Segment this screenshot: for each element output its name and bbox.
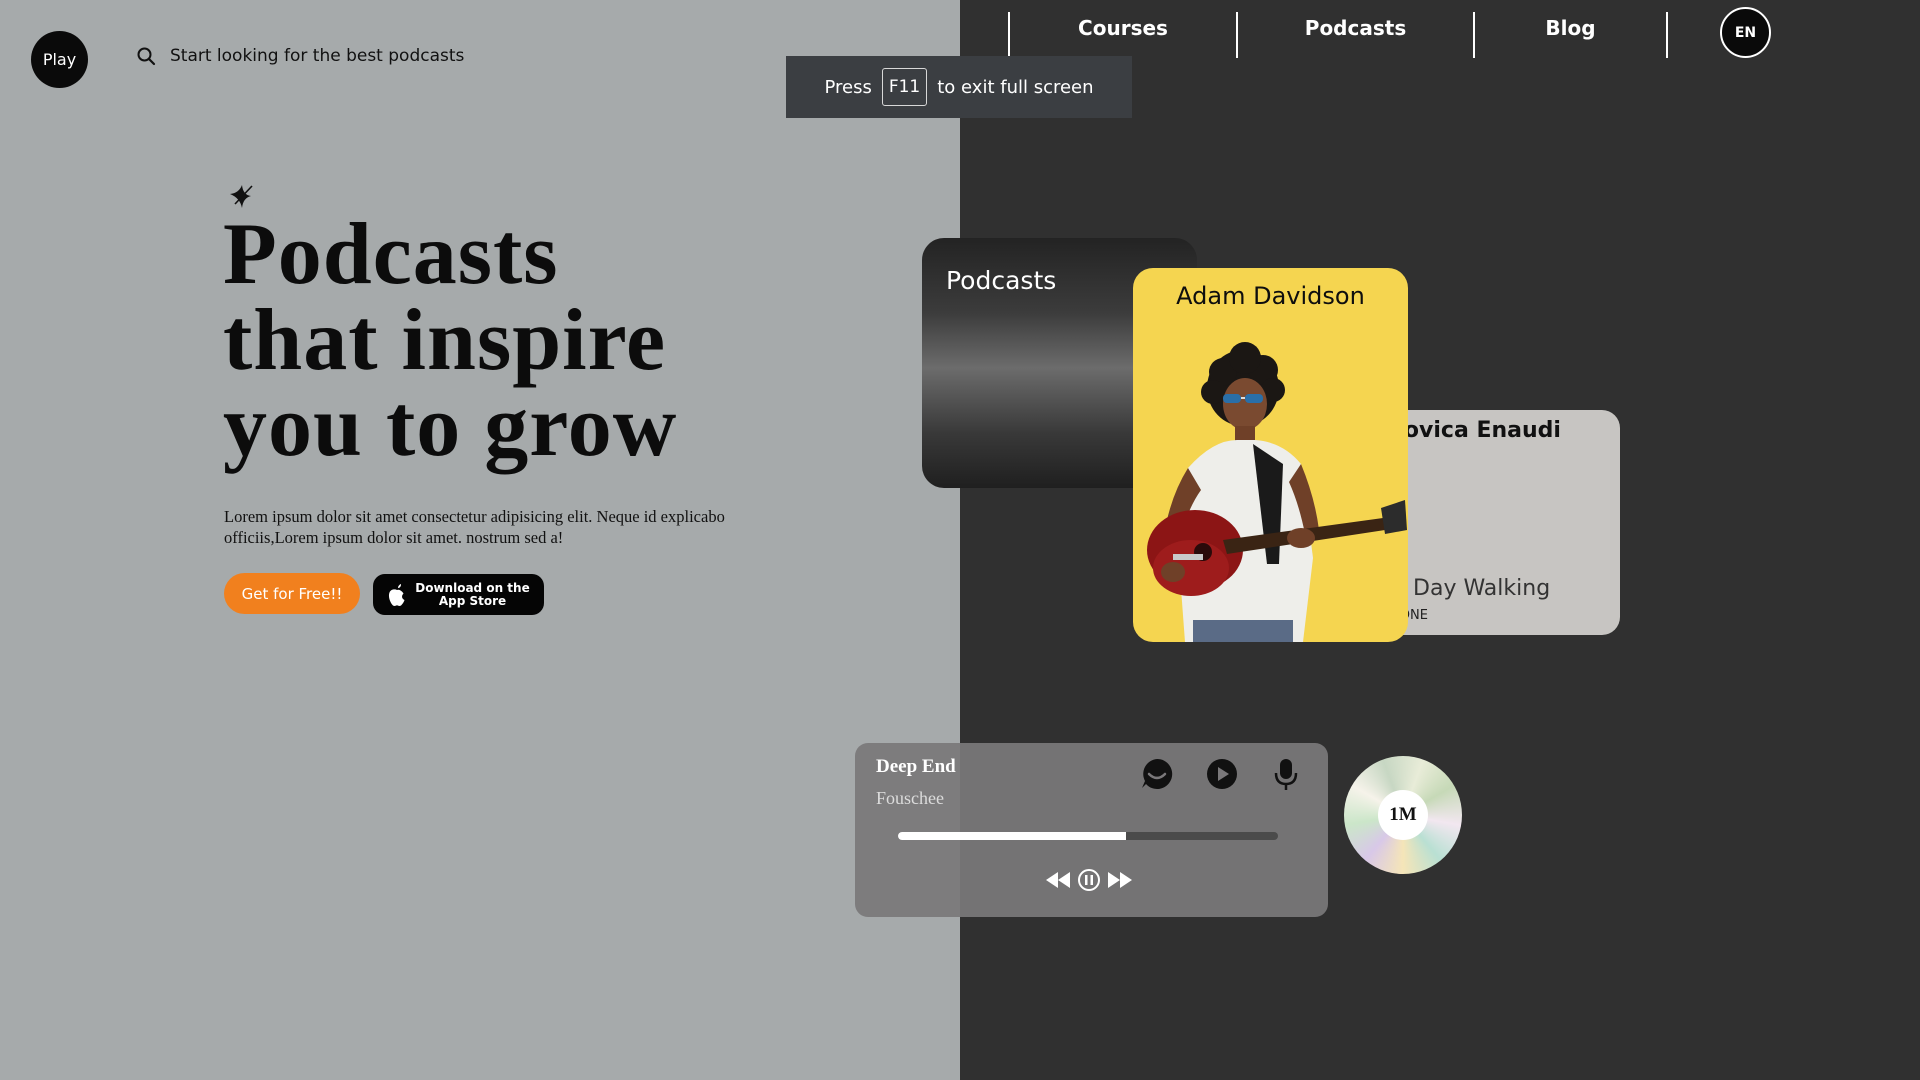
chat-icon[interactable] [1140, 757, 1174, 791]
hero-description: Lorem ipsum dolor sit amet consectetur a… [224, 507, 725, 547]
notice-suffix: to exit full screen [937, 76, 1094, 98]
track-artist: Fouschee [876, 788, 944, 808]
apple-icon [389, 583, 405, 606]
headline-line: that inspire [223, 292, 667, 389]
notice-prefix: Press [824, 76, 872, 98]
listeners-disc: 1M [1344, 756, 1462, 874]
logo-button[interactable]: Play [31, 31, 88, 88]
playback-controls [1045, 868, 1133, 892]
search-icon [137, 47, 156, 66]
app-store-label: Download on the App Store [415, 580, 530, 608]
fast-forward-icon[interactable] [1107, 870, 1133, 890]
play-circle-icon[interactable] [1205, 757, 1239, 791]
artist-card-adam[interactable]: Adam Davidson [1133, 268, 1408, 642]
progress-fill [898, 832, 1126, 840]
music-player: Deep End Fouschee [855, 743, 1328, 917]
main-nav: Courses Podcasts Blog [1008, 12, 1668, 58]
get-free-button[interactable]: Get for Free!! [224, 573, 360, 614]
podcasts-card-label: Podcasts [946, 266, 1057, 295]
app-store-line: App Store [438, 593, 507, 608]
nav-item-courses[interactable]: Courses [1010, 12, 1236, 58]
notice-key: F11 [881, 68, 928, 106]
language-button[interactable]: EN [1720, 7, 1771, 58]
fullscreen-notice: Press F11 to exit full screen [786, 56, 1132, 118]
app-store-line: Download on the [415, 580, 530, 595]
app-store-button[interactable]: Download on the App Store [373, 574, 544, 615]
pause-icon[interactable] [1077, 868, 1101, 892]
headline-line: you to grow [223, 378, 678, 475]
search-input[interactable]: Start looking for the best podcasts [170, 46, 464, 66]
track-title: Deep End [876, 756, 956, 777]
nav-item-podcasts[interactable]: Podcasts [1238, 12, 1473, 58]
nav-item-blog[interactable]: Blog [1475, 12, 1666, 58]
search-bar[interactable]: Start looking for the best podcasts [136, 46, 464, 66]
guitarist-photo [1147, 342, 1407, 642]
listeners-count: 1M [1378, 790, 1428, 840]
nav-divider [1666, 12, 1668, 58]
microphone-icon[interactable] [1269, 757, 1303, 791]
hero-headline: Podcasts that inspire you to grow [223, 206, 678, 475]
headline-line: Podcasts [223, 206, 559, 303]
progress-bar[interactable] [898, 832, 1278, 840]
rewind-icon[interactable] [1045, 870, 1071, 890]
artist-name: Adam Davidson [1176, 282, 1365, 310]
